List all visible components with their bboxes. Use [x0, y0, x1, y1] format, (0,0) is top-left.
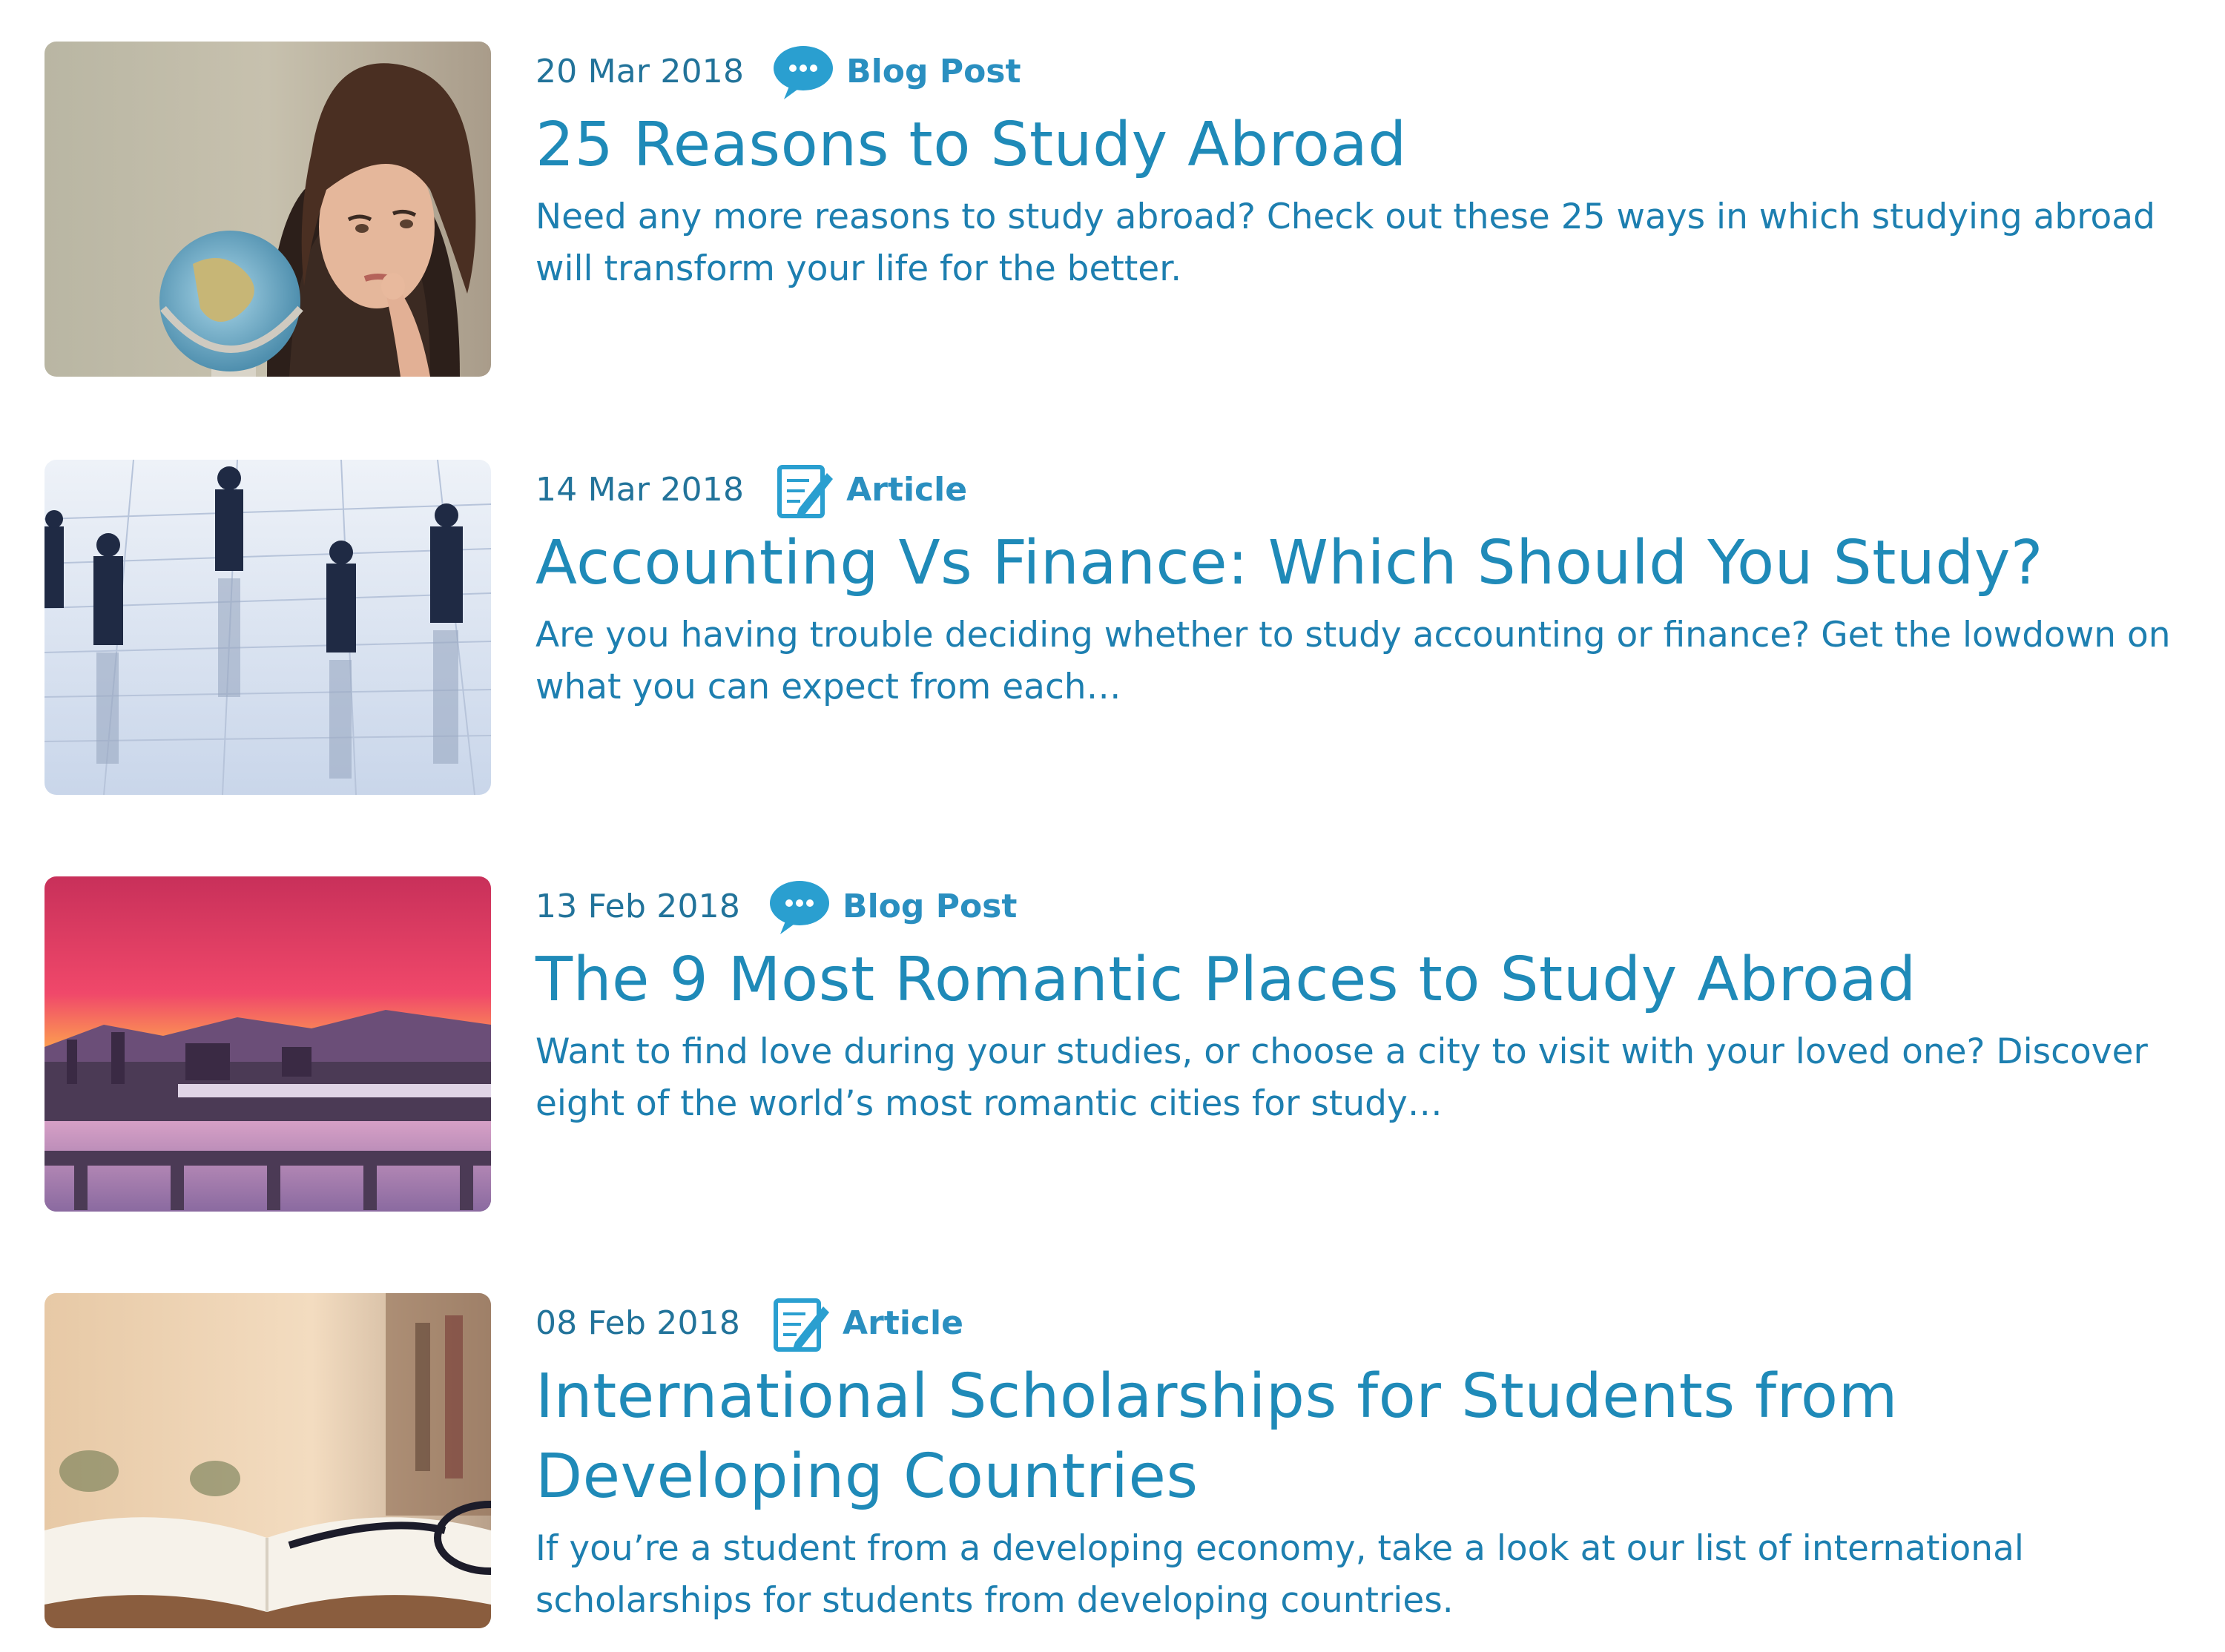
article-meta: 14 Mar 2018 Article — [535, 460, 2175, 519]
article-title-link[interactable]: International Scholarships for Students … — [535, 1357, 1945, 1517]
article-type-label: Article — [846, 470, 968, 509]
article-content: 08 Feb 2018 Article International Schola… — [535, 1293, 2175, 1627]
notepad-pencil-icon — [767, 1293, 832, 1352]
article-meta: 20 Mar 2018 Blog Post — [535, 42, 2175, 101]
thumbnail-woman-with-globe[interactable] — [44, 42, 491, 377]
article-description: Need any more reasons to study abroad? C… — [535, 196, 2155, 289]
list-item[interactable]: 13 Feb 2018 Blog Post The 9 Most Romanti… — [44, 876, 2180, 1212]
list-item[interactable]: 14 Mar 2018 Article Accounting Vs Financ… — [44, 460, 2180, 795]
speech-bubble-icon — [771, 42, 836, 101]
article-description: If you’re a student from a developing ec… — [535, 1528, 2024, 1621]
article-date: 08 Feb 2018 — [535, 1304, 741, 1342]
article-date: 13 Feb 2018 — [535, 887, 741, 925]
thumbnail-open-book-with-glasses[interactable] — [44, 1293, 491, 1628]
article-title-link[interactable]: The 9 Most Romantic Places to Study Abro… — [535, 940, 2175, 1020]
article-list: 20 Mar 2018 Blog Post 25 Reasons to Stud… — [0, 0, 2225, 1652]
speech-bubble-icon — [767, 876, 832, 936]
article-meta: 13 Feb 2018 Blog Post — [535, 876, 2175, 936]
article-description: Want to find love during your studies, o… — [535, 1031, 2148, 1124]
article-date: 20 Mar 2018 — [535, 52, 745, 90]
article-content: 13 Feb 2018 Blog Post The 9 Most Romanti… — [535, 876, 2175, 1130]
article-content: 20 Mar 2018 Blog Post 25 Reasons to Stud… — [535, 42, 2175, 295]
thumbnail-city-bridges-at-sunset[interactable] — [44, 876, 491, 1212]
article-type-label: Blog Post — [846, 52, 1021, 90]
article-meta: 08 Feb 2018 Article — [535, 1293, 2175, 1352]
notepad-pencil-icon — [771, 460, 836, 519]
article-type-label: Article — [843, 1304, 963, 1342]
article-type-label: Blog Post — [843, 887, 1018, 925]
article-title-link[interactable]: Accounting Vs Finance: Which Should You … — [535, 523, 2175, 604]
article-description: Are you having trouble deciding whether … — [535, 615, 2171, 707]
article-date: 14 Mar 2018 — [535, 470, 745, 509]
list-item[interactable]: 08 Feb 2018 Article International Schola… — [44, 1293, 2180, 1628]
thumbnail-business-people-on-spreadsheet[interactable] — [44, 460, 491, 795]
list-item[interactable]: 20 Mar 2018 Blog Post 25 Reasons to Stud… — [44, 42, 2180, 377]
article-content: 14 Mar 2018 Article Accounting Vs Financ… — [535, 460, 2175, 713]
article-title-link[interactable]: 25 Reasons to Study Abroad — [535, 105, 2175, 185]
